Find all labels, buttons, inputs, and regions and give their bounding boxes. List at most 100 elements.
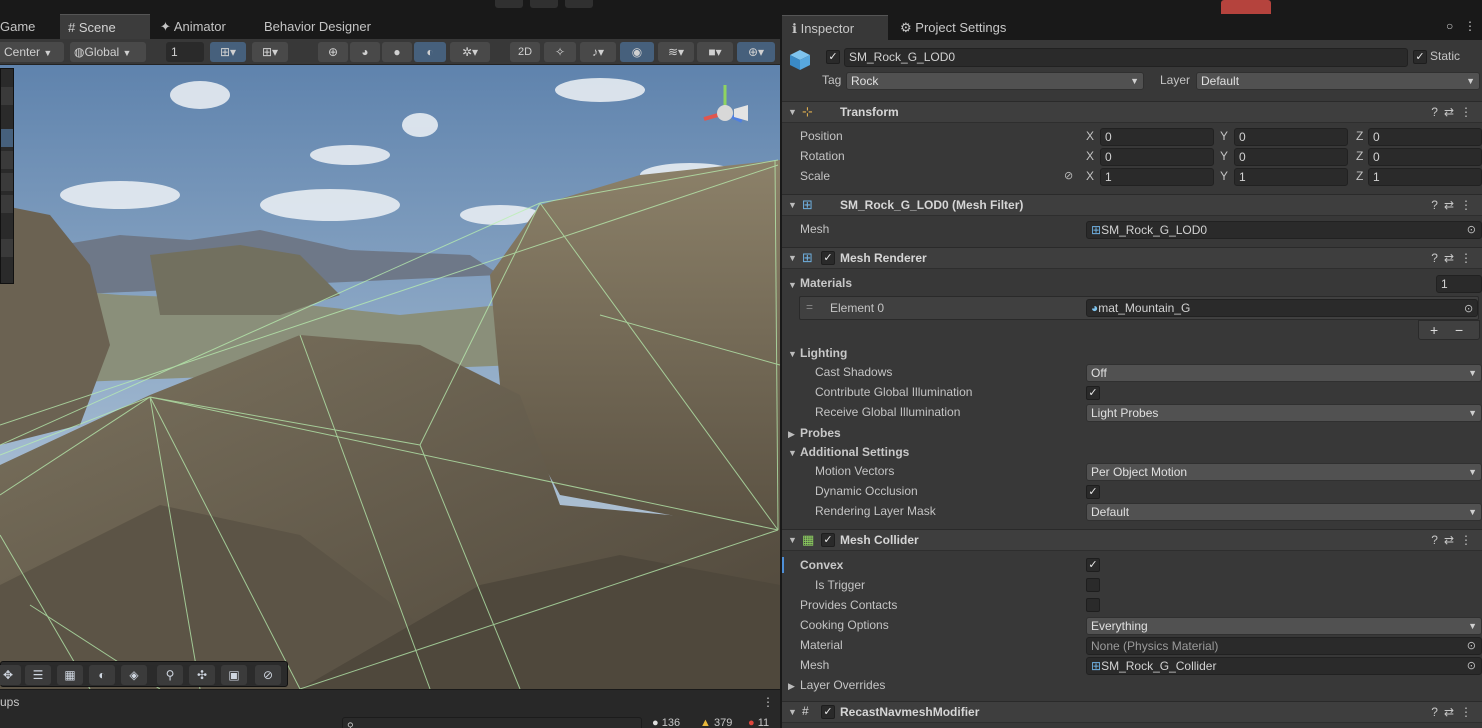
move-tool-button[interactable]	[1, 129, 13, 147]
mesh-collider-enabled-checkbox[interactable]: ✓	[821, 533, 835, 547]
terrain-icon[interactable]: ▦	[57, 665, 83, 685]
rotate-tool-button[interactable]	[1, 151, 13, 169]
brush-icon[interactable]: ▣	[221, 665, 247, 685]
recast-modifier-header[interactable]: ▼ # ✓ RecastNavmeshModifier ?⇄⋮	[782, 701, 1482, 723]
tab-animator[interactable]: ✦ Animator	[152, 14, 252, 39]
draw-mode-shaded-wire-button[interactable]: ◕	[350, 42, 380, 62]
rect-tool-button[interactable]	[1, 195, 13, 213]
position-x-input[interactable]: 0	[1100, 128, 1214, 146]
object-picker-icon[interactable]: ⊙	[1467, 639, 1476, 652]
collider-mesh-field[interactable]: ⊞SM_Rock_G_Collider	[1086, 657, 1482, 675]
pause-button[interactable]	[530, 0, 558, 8]
lock-icon[interactable]: ○	[1446, 19, 1453, 33]
chevron-down-icon[interactable]: ▼	[788, 349, 797, 359]
cooking-options-dropdown[interactable]: Everything ▼	[1086, 617, 1482, 635]
motion-vectors-dropdown[interactable]: Per Object Motion ▼	[1086, 463, 1482, 481]
scene-viewport[interactable]	[0, 65, 780, 689]
info-count[interactable]: ● 136	[652, 717, 680, 728]
physics-material-field[interactable]: None (Physics Material)	[1086, 637, 1482, 655]
tab-project-settings[interactable]: ⚙ Project Settings	[890, 15, 1030, 40]
tab-inspector[interactable]: ℹ Inspector	[782, 15, 888, 40]
space-dropdown[interactable]: ◍Global ▼	[70, 42, 146, 62]
warning-count[interactable]: ▲ 379	[700, 717, 732, 728]
drag-handle-icon[interactable]: =	[806, 300, 813, 314]
provides-contacts-checkbox[interactable]	[1086, 598, 1100, 612]
gizmos-dropdown[interactable]: ⊕▾	[737, 42, 775, 62]
console-search-input[interactable]: ⚲	[342, 717, 642, 728]
audio-toggle-button[interactable]: ♪▾	[580, 42, 616, 62]
dynamic-occlusion-checkbox[interactable]: ✓	[1086, 485, 1100, 499]
tab-game[interactable]: Game	[0, 14, 58, 39]
receive-gi-dropdown[interactable]: Light Probes ▼	[1086, 404, 1482, 422]
sphere-icon[interactable]: ◐	[89, 665, 115, 685]
tag-dropdown[interactable]: Rock ▼	[846, 72, 1144, 90]
mesh-filter-header[interactable]: ▼ ⊞ SM_Rock_G_LOD0 (Mesh Filter) ?⇄⋮	[782, 194, 1482, 216]
add-element-button[interactable]: +	[1430, 322, 1438, 338]
component-header-icons[interactable]: ?⇄⋮	[1431, 105, 1478, 119]
object-picker-icon[interactable]: ⊙	[1464, 302, 1473, 315]
materials-count-input[interactable]: 1	[1436, 275, 1482, 293]
layers-dropdown[interactable]: ≋▾	[658, 42, 694, 62]
tab-behavior-designer[interactable]: Behavior Designer	[256, 14, 386, 39]
mesh-collider-header[interactable]: ▼ ▦ ✓ Mesh Collider ?⇄⋮	[782, 529, 1482, 551]
lighting-toggle-button[interactable]: ✧	[544, 42, 576, 62]
grid-snap-button[interactable]: ⊞▾	[210, 42, 246, 62]
compass-icon[interactable]: ⊘	[255, 665, 281, 685]
transform-header[interactable]: ▼ ⊹ Transform ?⇄⋮	[782, 101, 1482, 123]
object-picker-icon[interactable]: ⊙	[1467, 659, 1476, 672]
material-element-field[interactable]: ◕mat_Mountain_G	[1086, 299, 1478, 317]
component-header-icons[interactable]: ?⇄⋮	[1431, 705, 1478, 719]
chevron-down-icon[interactable]: ▼	[788, 448, 797, 458]
chevron-right-icon[interactable]: ▶	[788, 429, 795, 440]
rotation-y-input[interactable]: 0	[1234, 148, 1348, 166]
view-tool-button[interactable]	[1, 87, 13, 105]
scene-visibility-button[interactable]: ◉	[620, 42, 654, 62]
draw-mode-wire-button[interactable]: ⊕	[318, 42, 348, 62]
debug-dropdown[interactable]: ✲▾	[450, 42, 490, 62]
link-icon[interactable]: ⊘	[1064, 169, 1073, 182]
mesh-renderer-header[interactable]: ▼ ⊞ ✓ Mesh Renderer ?⇄⋮	[782, 247, 1482, 269]
mode-2d-button[interactable]: 2D	[510, 42, 540, 62]
camera-dropdown[interactable]: ■▾	[697, 42, 733, 62]
recast-enabled-checkbox[interactable]: ✓	[821, 705, 835, 719]
grid-size-input[interactable]: 1	[166, 42, 204, 62]
object-name-input[interactable]: SM_Rock_G_LOD0	[844, 48, 1408, 67]
layer-dropdown[interactable]: Default ▼	[1196, 72, 1480, 90]
draw-mode-lit-button[interactable]: ◐	[414, 42, 446, 62]
scale-tool-button[interactable]	[1, 173, 13, 191]
play-button[interactable]	[495, 0, 523, 8]
mesh-renderer-enabled-checkbox[interactable]: ✓	[821, 251, 835, 265]
rendering-layer-dropdown[interactable]: Default ▼	[1086, 503, 1482, 521]
tab-scene[interactable]: # Scene	[60, 14, 150, 39]
draw-mode-shaded-button[interactable]: ●	[382, 42, 412, 62]
component-header-icons[interactable]: ?⇄⋮	[1431, 533, 1478, 547]
active-checkbox[interactable]: ✓	[826, 50, 840, 64]
rotation-x-input[interactable]: 0	[1100, 148, 1214, 166]
move-icon[interactable]: ✥	[0, 665, 21, 685]
contribute-gi-checkbox[interactable]: ✓	[1086, 386, 1100, 400]
custom-tool-button[interactable]	[1, 239, 13, 257]
cast-shadows-dropdown[interactable]: Off ▼	[1086, 364, 1482, 382]
position-y-input[interactable]: 0	[1234, 128, 1348, 146]
chevron-right-icon[interactable]: ▶	[788, 681, 795, 692]
rotation-z-input[interactable]: 0	[1368, 148, 1482, 166]
grid-visibility-button[interactable]: ⊞▾	[252, 42, 288, 62]
scale-z-input[interactable]: 1	[1368, 168, 1482, 186]
kebab-menu-icon[interactable]: ⋮	[762, 695, 774, 709]
component-header-icons[interactable]: ?⇄⋮	[1431, 251, 1478, 265]
orientation-gizmo[interactable]	[690, 75, 760, 145]
error-count[interactable]: ● 11	[748, 717, 769, 728]
chevron-down-icon[interactable]: ▼	[788, 280, 797, 290]
align-icon[interactable]: ☰	[25, 665, 51, 685]
pivot-icon[interactable]: ✣	[189, 665, 215, 685]
scale-y-input[interactable]: 1	[1234, 168, 1348, 186]
scale-x-input[interactable]: 1	[1100, 168, 1214, 186]
layers-icon[interactable]: ◈	[121, 665, 147, 685]
component-header-icons[interactable]: ?⇄⋮	[1431, 198, 1478, 212]
object-picker-icon[interactable]: ⊙	[1467, 223, 1476, 236]
is-trigger-checkbox[interactable]	[1086, 578, 1100, 592]
position-z-input[interactable]: 0	[1368, 128, 1482, 146]
static-checkbox[interactable]: ✓	[1413, 50, 1427, 64]
search-icon[interactable]: ⚲	[157, 665, 183, 685]
console-tab-label[interactable]: ups	[0, 695, 19, 709]
